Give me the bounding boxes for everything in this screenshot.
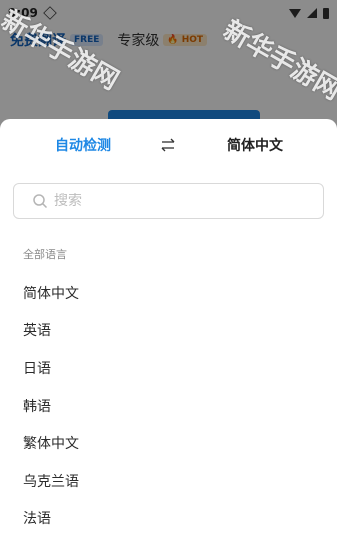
search-input[interactable] xyxy=(54,193,294,209)
swap-arrows-icon[interactable] xyxy=(160,137,176,153)
language-item[interactable]: 简体中文 xyxy=(0,274,337,312)
language-item[interactable]: 繁体中文 xyxy=(0,424,337,462)
language-picker-sheet: 自动检测 简体中文 全部语言 简体中文 英语 日语 韩语 繁体中文 乌克兰语 xyxy=(0,119,337,547)
language-item[interactable]: 乌克兰语 xyxy=(0,462,337,500)
screen: 9:09 免费翻译 FREE 专家级 🔥 HOT 自动检测 简体中文 搜索 全部… xyxy=(0,0,337,547)
all-languages-heading: 全部语言 xyxy=(23,248,67,261)
language-list: 简体中文 英语 日语 韩语 繁体中文 乌克兰语 法语 xyxy=(0,274,337,537)
source-language-button[interactable]: 自动检测 xyxy=(28,135,138,155)
language-item[interactable]: 英语 xyxy=(0,312,337,350)
search-icon xyxy=(33,194,48,209)
language-item[interactable]: 法语 xyxy=(0,500,337,538)
language-pair-header: 自动检测 简体中文 xyxy=(0,119,337,171)
target-language-button[interactable]: 简体中文 xyxy=(200,135,310,155)
language-item[interactable]: 日语 xyxy=(0,349,337,387)
search-box[interactable] xyxy=(13,183,324,219)
language-item[interactable]: 韩语 xyxy=(0,387,337,425)
